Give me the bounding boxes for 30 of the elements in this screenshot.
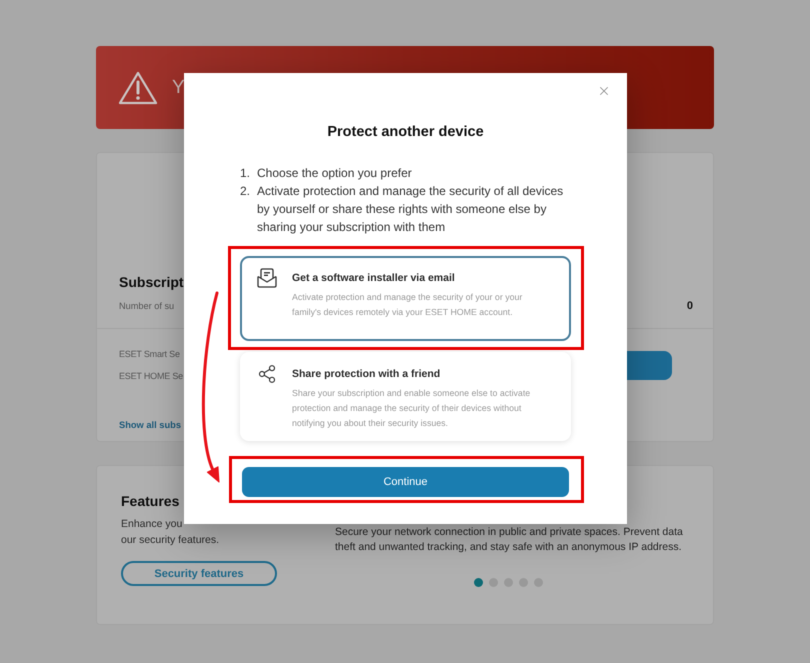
option-description: Share your subscription and enable someone else to activate protection and manage the security of their devices without notifying you about their security issues.: [292, 387, 532, 430]
option-card[interactable]: Get a software installer via email Activate protection and manage the security of your or your family's devices remotely via your ESET HOME account.: [240, 256, 571, 341]
step-text: Activate protection and manage the security of all devices by yourself or share these rights with someone else by sharing your subscription with them: [257, 183, 564, 236]
step-number: 1.: [240, 165, 252, 182]
continue-button[interactable]: Continue: [242, 467, 569, 497]
option-title: Get a software installer via email: [292, 271, 456, 285]
carousel-dot[interactable]: [474, 578, 484, 587]
share-icon: [257, 364, 277, 384]
warning-icon: [118, 70, 158, 104]
step-text: Choose the option you prefer: [257, 165, 413, 182]
features-description: Enhance you our security features.: [121, 517, 220, 548]
card-title: Features: [121, 492, 180, 511]
close-button[interactable]: [597, 84, 611, 98]
subtitle-text: Number of su: [119, 300, 174, 313]
dialog-title: Protect another device: [326, 123, 485, 141]
subscription-item: ESET HOME Se: [119, 370, 183, 383]
promo-text: Secure your network connection in public and private spaces. Prevent data theft and unwanted tracking, and stay safe with an anonymous IP address.: [335, 525, 683, 555]
option-card[interactable]: Share protection with a friend Share your subscription and enable someone else to activate protection and manage the security of their devices without notifying you about their security issues.: [240, 352, 571, 441]
close-icon: [597, 84, 611, 98]
subscription-item: ESET Smart Se: [119, 348, 180, 361]
envelope-icon: [257, 268, 277, 288]
count-text: 0: [686, 299, 693, 313]
banner-text: Y: [172, 76, 185, 98]
show-all-link[interactable]: Show all subs: [119, 418, 181, 432]
option-title: Share protection with a friend: [292, 367, 442, 381]
action-button[interactable]: [627, 350, 672, 380]
step-number: 2.: [240, 183, 252, 200]
card-title: Subscript: [119, 273, 184, 292]
option-description: Activate protection and manage the security of your or your family's devices remotely via your ESET HOME account.: [292, 291, 524, 319]
security-features-button[interactable]: Security features: [121, 561, 277, 586]
